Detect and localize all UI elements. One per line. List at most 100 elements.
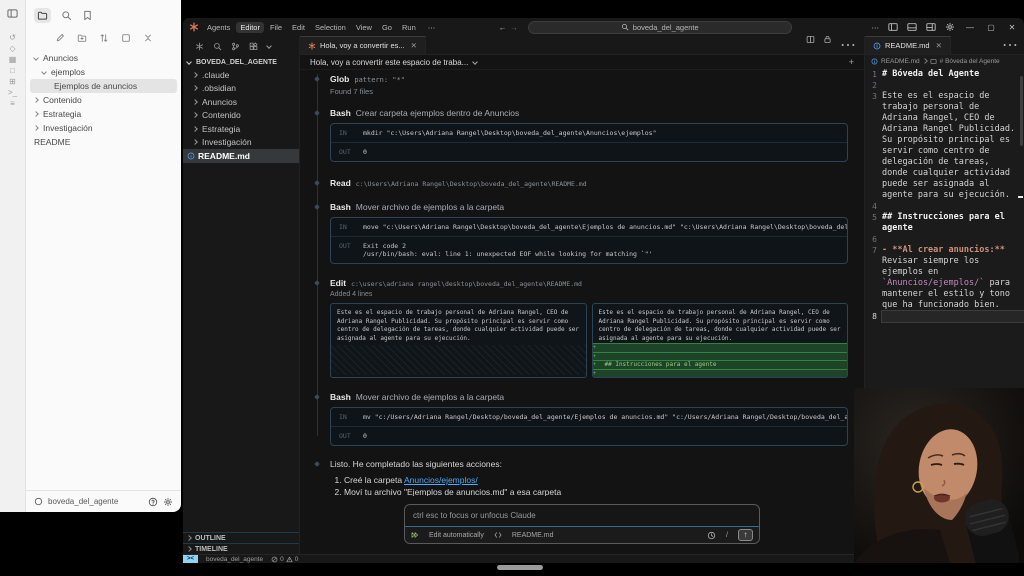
templates-icon[interactable]: ⊞ bbox=[8, 77, 17, 88]
menu-view[interactable]: View bbox=[352, 22, 376, 33]
obsidian-ribbon: ↺◇▦□⊞>_≡ bbox=[0, 0, 26, 512]
lock-icon[interactable] bbox=[823, 35, 832, 55]
menu-go[interactable]: Go bbox=[378, 22, 396, 33]
claude-chat-pane: Hola, voy a convertir es... ✕ ⋯ Hola, vo… bbox=[300, 36, 865, 554]
help-icon[interactable] bbox=[148, 497, 158, 507]
statusbar-vault[interactable]: boveda_del_agente bbox=[206, 556, 263, 563]
claude-panel-icon[interactable] bbox=[195, 42, 204, 51]
close-button[interactable]: ✕ bbox=[1006, 23, 1018, 32]
history-icon[interactable] bbox=[707, 531, 716, 540]
chat-transcript[interactable]: Globpattern: "*" Found 7 files BashCrear… bbox=[300, 70, 864, 496]
tree-folder-ejemplos[interactable]: ejemplos bbox=[26, 65, 181, 79]
split-editor-icon[interactable] bbox=[806, 35, 815, 55]
collapse-all-icon[interactable] bbox=[143, 33, 153, 43]
explorer-item-README.md[interactable]: README.md bbox=[183, 149, 299, 163]
explorer-root[interactable]: BOVEDA_DEL_AGENTE bbox=[183, 56, 299, 68]
chat-input-box[interactable]: Edit automatically README.md / ↑ bbox=[404, 504, 760, 544]
close-tab-icon[interactable]: ✕ bbox=[936, 41, 942, 50]
minimize-button[interactable]: — bbox=[964, 23, 976, 32]
tree-file-README[interactable]: README bbox=[26, 135, 181, 149]
explorer-item-Investigación[interactable]: Investigación bbox=[183, 136, 299, 150]
file-link[interactable]: Anuncios/ejemplos/ bbox=[404, 475, 478, 485]
editor-line-8[interactable]: 8 bbox=[865, 311, 1024, 322]
editor-line-5[interactable]: 5## Instrucciones para el agente bbox=[865, 212, 1024, 234]
glob-result: Found 7 files bbox=[330, 87, 848, 96]
chat-tab[interactable]: Hola, voy a convertir es... ✕ bbox=[300, 36, 426, 54]
editor-line-7[interactable]: 7- **Al crear anuncios:** Revisar siempr… bbox=[865, 245, 1024, 311]
context-file-label[interactable]: README.md bbox=[512, 532, 554, 539]
video-scrubber-handle[interactable] bbox=[497, 565, 543, 570]
graph-view-icon[interactable]: ◇ bbox=[8, 44, 17, 55]
explorer-item-Anuncios[interactable]: Anuncios bbox=[183, 95, 299, 109]
explorer-item-Estrategia[interactable]: Estrategia bbox=[183, 122, 299, 136]
new-chat-icon[interactable]: + bbox=[849, 57, 854, 67]
menu-editor[interactable]: Editor bbox=[236, 22, 264, 33]
outline-section[interactable]: OUTLINE bbox=[183, 532, 299, 543]
menu-file[interactable]: File bbox=[266, 22, 286, 33]
remote-indicator[interactable]: >< bbox=[183, 555, 198, 563]
menu-agents[interactable]: Agents bbox=[203, 22, 234, 33]
explorer-item-.obsidian[interactable]: .obsidian bbox=[183, 82, 299, 96]
quick-switcher-icon[interactable]: ↺ bbox=[8, 33, 17, 44]
more-actions-icon[interactable]: ⋯ bbox=[1002, 35, 1024, 55]
files-tab-icon[interactable] bbox=[34, 8, 51, 23]
editor-line-3[interactable]: 3Este es el espacio de trabajo personal … bbox=[865, 91, 1024, 201]
slash-command-icon[interactable]: / bbox=[726, 532, 728, 539]
nav-forward-icon[interactable]: → bbox=[510, 23, 518, 32]
breadcrumb[interactable]: README.md # Bóveda del Agente bbox=[865, 55, 1024, 67]
menu-overflow[interactable]: ⋯ bbox=[424, 22, 440, 33]
editor-line-1[interactable]: 1# Bóveda del Agente bbox=[865, 69, 1024, 80]
layout-icon[interactable] bbox=[926, 22, 936, 32]
sort-order-icon[interactable] bbox=[99, 33, 109, 43]
tree-folder-Anuncios[interactable]: Anuncios bbox=[26, 51, 181, 65]
explorer-item-Contenido[interactable]: Contenido bbox=[183, 109, 299, 123]
new-note-icon[interactable] bbox=[55, 33, 65, 43]
settings-gear-icon[interactable] bbox=[163, 497, 173, 507]
toggle-panel-icon[interactable] bbox=[907, 22, 917, 32]
editor-line-2[interactable]: 2 bbox=[865, 80, 1024, 91]
chat-input[interactable] bbox=[405, 505, 759, 527]
search-icon[interactable] bbox=[213, 42, 222, 51]
settings-gear-icon[interactable] bbox=[945, 22, 955, 32]
chevron-down-icon[interactable] bbox=[266, 43, 272, 49]
canvas-icon[interactable]: ▦ bbox=[8, 55, 17, 66]
close-tab-icon[interactable]: ✕ bbox=[411, 41, 417, 50]
source-control-icon[interactable] bbox=[231, 42, 240, 51]
more-actions-icon[interactable]: ⋯ bbox=[872, 23, 880, 32]
menu-run[interactable]: Run bbox=[398, 22, 420, 33]
toggle-sidebar-icon[interactable] bbox=[888, 22, 898, 32]
readme-tab[interactable]: README.md ✕ bbox=[865, 36, 951, 54]
command-palette-icon[interactable]: ≡ bbox=[8, 99, 17, 110]
tree-folder-Contenido[interactable]: Contenido bbox=[26, 93, 181, 107]
sidebar-toggle-icon[interactable] bbox=[7, 8, 18, 19]
expand-all-icon[interactable] bbox=[121, 33, 131, 43]
bash-command: mv "c:/Users/Adriana Rangel/Desktop/bove… bbox=[363, 413, 847, 421]
command-center-search[interactable]: boveda_del_agente bbox=[528, 21, 792, 34]
editor-line-6[interactable]: 6 bbox=[865, 234, 1024, 245]
extensions-icon[interactable] bbox=[249, 42, 258, 51]
menu-selection[interactable]: Selection bbox=[311, 22, 350, 33]
new-folder-icon[interactable] bbox=[77, 33, 87, 43]
explorer-item-.claude[interactable]: .claude bbox=[183, 68, 299, 82]
editor-line-4[interactable]: 4 bbox=[865, 201, 1024, 212]
more-actions-icon[interactable]: ⋯ bbox=[840, 35, 856, 55]
bookmarks-tab-icon[interactable] bbox=[82, 10, 93, 21]
search-icon bbox=[621, 23, 629, 31]
problems-indicator[interactable]: 0 0 bbox=[271, 556, 298, 563]
nav-back-icon[interactable]: ← bbox=[499, 23, 507, 32]
tree-folder-Investigación[interactable]: Investigación bbox=[26, 121, 181, 135]
vault-switcher[interactable]: boveda_del_agente bbox=[26, 490, 181, 512]
send-button[interactable]: ↑ bbox=[738, 529, 753, 541]
menu-edit[interactable]: Edit bbox=[288, 22, 309, 33]
maximize-button[interactable]: ▢ bbox=[985, 23, 997, 32]
tree-folder-Estrategia[interactable]: Estrategia bbox=[26, 107, 181, 121]
scrollbar-thumb[interactable] bbox=[1020, 76, 1023, 146]
terminal-icon[interactable]: >_ bbox=[8, 88, 17, 99]
search-tab-icon[interactable] bbox=[61, 10, 72, 21]
bash-tool-call: BashMover archivo de ejemplos a la carpe… bbox=[330, 392, 848, 402]
edit-mode-label[interactable]: Edit automatically bbox=[429, 532, 484, 539]
timeline-section[interactable]: TIMELINE bbox=[183, 543, 299, 554]
session-header[interactable]: Hola, voy a convertir este espacio de tr… bbox=[300, 55, 864, 70]
daily-note-icon[interactable]: □ bbox=[8, 66, 17, 77]
tree-file-Ejemplos de anuncios[interactable]: Ejemplos de anuncios bbox=[30, 79, 177, 93]
